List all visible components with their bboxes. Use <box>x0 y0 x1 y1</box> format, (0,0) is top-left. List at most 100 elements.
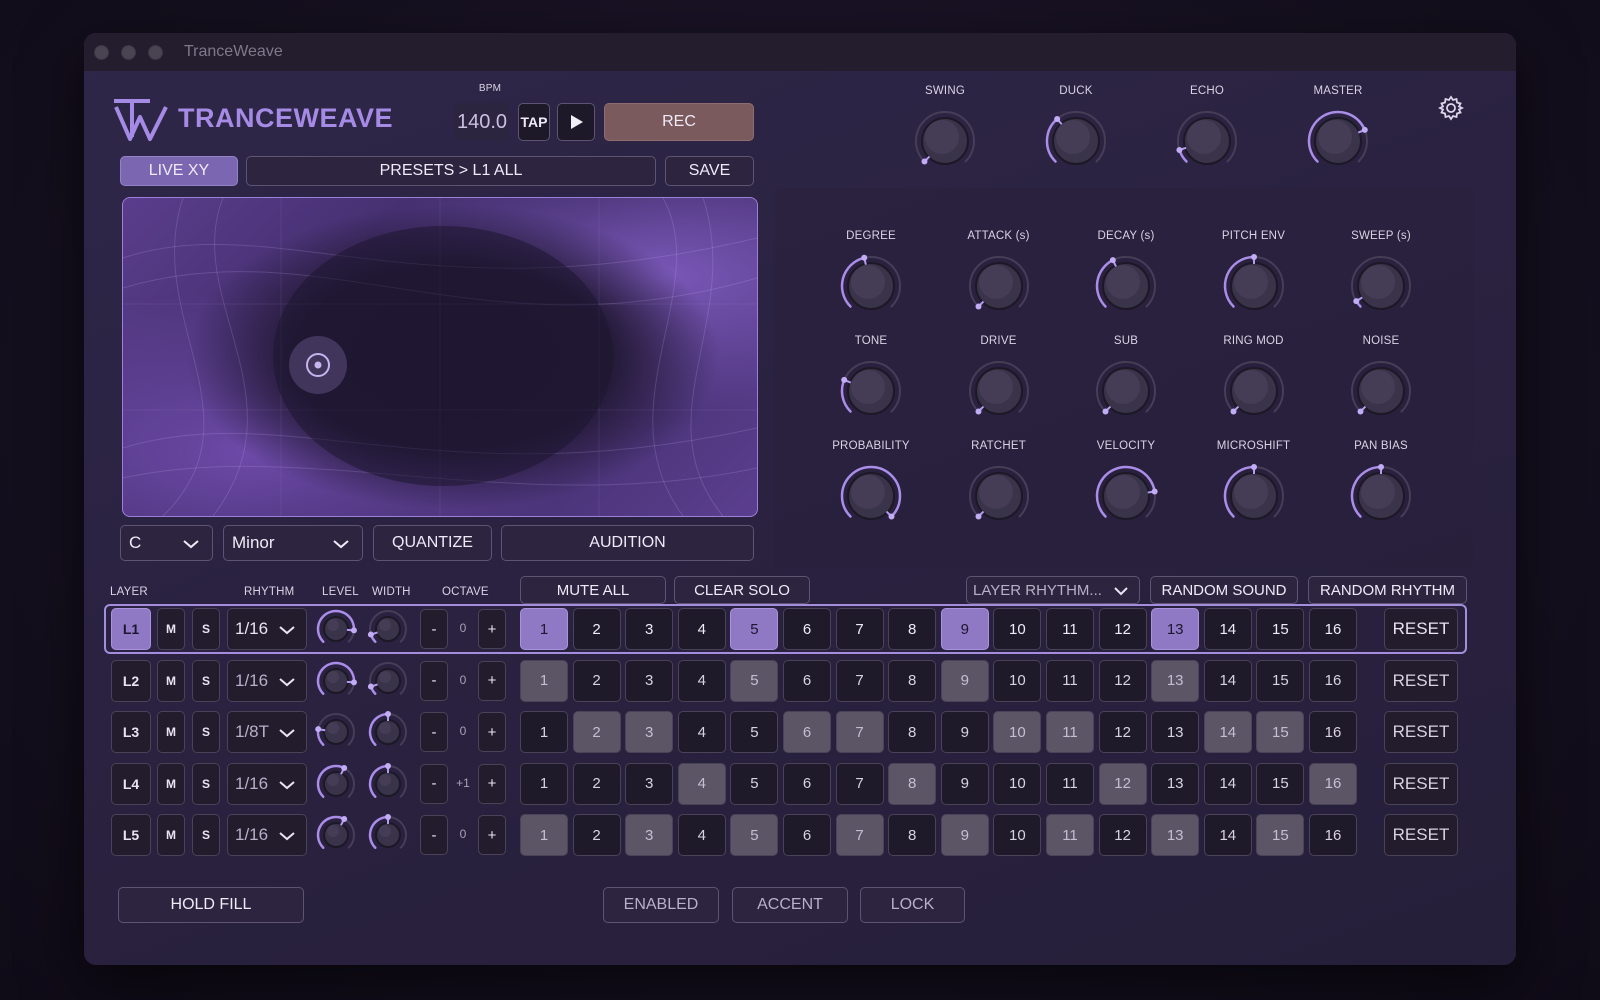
pitch-env-knob[interactable] <box>1222 254 1286 318</box>
step-button-l4-1[interactable]: 1 <box>520 762 568 805</box>
step-button-l4-4[interactable]: 4 <box>677 762 726 805</box>
step-button-l4-8[interactable]: 8 <box>888 762 937 805</box>
step-button-l2-7[interactable]: 7 <box>835 659 884 702</box>
level-knob-l4[interactable] <box>315 763 357 805</box>
pan-bias-knob[interactable] <box>1349 464 1413 528</box>
solo-button-l3[interactable]: S <box>192 711 220 753</box>
clear-solo-button[interactable]: CLEAR SOLO <box>674 576 810 604</box>
step-button-l5-13[interactable]: 13 <box>1151 814 1200 856</box>
step-button-l4-11[interactable]: 11 <box>1046 762 1094 805</box>
step-button-l4-12[interactable]: 12 <box>1098 762 1147 805</box>
bpm-field[interactable]: 140.0 <box>454 103 510 141</box>
rec-button[interactable]: REC <box>604 103 754 141</box>
enabled-button[interactable]: ENABLED <box>603 887 719 923</box>
xy-pad[interactable] <box>122 197 758 517</box>
level-knob-l5[interactable] <box>315 814 357 856</box>
step-button-l2-9[interactable]: 9 <box>940 659 989 702</box>
rhythm-select-l5[interactable]: 1/16 <box>227 814 307 856</box>
rhythm-select-l3[interactable]: 1/8T <box>227 711 307 753</box>
step-button-l2-10[interactable]: 10 <box>993 659 1042 702</box>
step-button-l5-1[interactable]: 1 <box>520 814 568 856</box>
reset-button-l1[interactable]: RESET <box>1384 608 1458 650</box>
rhythm-select-l2[interactable]: 1/16 <box>227 659 307 702</box>
swing-knob[interactable] <box>913 109 977 173</box>
mute-button-l4[interactable]: M <box>157 762 185 805</box>
step-button-l1-14[interactable]: 14 <box>1203 608 1252 650</box>
step-button-l5-12[interactable]: 12 <box>1098 814 1147 856</box>
step-button-l5-16[interactable]: 16 <box>1309 814 1357 856</box>
noise-knob[interactable] <box>1349 359 1413 423</box>
step-button-l4-2[interactable]: 2 <box>572 762 621 805</box>
step-button-l1-16[interactable]: 16 <box>1309 608 1357 650</box>
mute-button-l1[interactable]: M <box>157 608 185 650</box>
layer-rhythm-select[interactable]: LAYER RHYTHM... <box>966 576 1140 604</box>
hold-fill-button[interactable]: HOLD FILL <box>118 887 304 923</box>
step-button-l2-8[interactable]: 8 <box>888 659 937 702</box>
octave-up-button-l3[interactable]: + <box>478 712 506 752</box>
step-button-l5-14[interactable]: 14 <box>1203 814 1252 856</box>
step-button-l2-16[interactable]: 16 <box>1309 659 1357 702</box>
step-button-l3-13[interactable]: 13 <box>1151 711 1200 753</box>
octave-down-button-l5[interactable]: - <box>420 815 448 855</box>
octave-down-button-l2[interactable]: - <box>420 660 448 701</box>
step-button-l3-6[interactable]: 6 <box>783 711 831 753</box>
layer-select-l2[interactable]: L2 <box>111 659 151 702</box>
scale-mode-select[interactable]: Minor <box>223 525 363 561</box>
step-button-l2-13[interactable]: 13 <box>1151 659 1200 702</box>
mute-button-l5[interactable]: M <box>157 814 185 856</box>
step-button-l3-12[interactable]: 12 <box>1098 711 1147 753</box>
step-button-l2-1[interactable]: 1 <box>520 659 568 702</box>
step-button-l4-9[interactable]: 9 <box>940 762 989 805</box>
octave-down-button-l1[interactable]: - <box>420 609 448 649</box>
step-button-l3-10[interactable]: 10 <box>993 711 1042 753</box>
random-rhythm-button[interactable]: RANDOM RHYTHM <box>1308 576 1467 604</box>
width-knob-l5[interactable] <box>367 814 409 856</box>
step-button-l5-6[interactable]: 6 <box>783 814 831 856</box>
step-button-l4-6[interactable]: 6 <box>783 762 831 805</box>
step-button-l1-2[interactable]: 2 <box>572 608 621 650</box>
octave-up-button-l4[interactable]: + <box>478 763 506 804</box>
step-button-l5-8[interactable]: 8 <box>888 814 937 856</box>
duck-knob[interactable] <box>1044 109 1108 173</box>
step-button-l4-16[interactable]: 16 <box>1309 762 1357 805</box>
step-button-l1-10[interactable]: 10 <box>993 608 1042 650</box>
step-button-l4-3[interactable]: 3 <box>625 762 674 805</box>
step-button-l2-15[interactable]: 15 <box>1256 659 1305 702</box>
layer-select-l5[interactable]: L5 <box>111 814 151 856</box>
level-knob-l2[interactable] <box>315 660 357 702</box>
step-button-l1-6[interactable]: 6 <box>783 608 831 650</box>
save-button[interactable]: SAVE <box>665 156 754 186</box>
probability-knob[interactable] <box>839 464 903 528</box>
step-button-l5-7[interactable]: 7 <box>835 814 884 856</box>
audition-button[interactable]: AUDITION <box>501 525 754 561</box>
octave-down-button-l3[interactable]: - <box>420 712 448 752</box>
step-button-l2-11[interactable]: 11 <box>1046 659 1094 702</box>
zoom-window-button[interactable] <box>148 45 163 60</box>
width-knob-l4[interactable] <box>367 762 409 805</box>
step-button-l2-12[interactable]: 12 <box>1098 659 1147 702</box>
step-button-l1-3[interactable]: 3 <box>625 608 674 650</box>
random-sound-button[interactable]: RANDOM SOUND <box>1150 576 1298 604</box>
step-button-l2-6[interactable]: 6 <box>783 659 831 702</box>
reset-button-l2[interactable]: RESET <box>1384 659 1458 702</box>
step-button-l5-2[interactable]: 2 <box>572 814 621 856</box>
step-button-l5-11[interactable]: 11 <box>1046 814 1094 856</box>
rhythm-select-l4[interactable]: 1/16 <box>227 762 307 805</box>
lock-button[interactable]: LOCK <box>860 887 965 923</box>
xy-cursor[interactable] <box>289 336 347 394</box>
step-button-l4-15[interactable]: 15 <box>1256 762 1305 805</box>
step-button-l5-4[interactable]: 4 <box>677 814 726 856</box>
step-button-l3-16[interactable]: 16 <box>1309 711 1357 753</box>
step-button-l3-3[interactable]: 3 <box>625 711 674 753</box>
step-button-l5-3[interactable]: 3 <box>625 814 674 856</box>
step-button-l2-5[interactable]: 5 <box>730 659 779 702</box>
tone-knob[interactable] <box>839 359 903 423</box>
mute-all-button[interactable]: MUTE ALL <box>520 576 666 604</box>
step-button-l2-14[interactable]: 14 <box>1203 659 1252 702</box>
step-button-l3-11[interactable]: 11 <box>1046 711 1094 753</box>
step-button-l1-13[interactable]: 13 <box>1151 608 1200 650</box>
attack-s-knob[interactable] <box>967 254 1031 318</box>
decay-s-knob[interactable] <box>1094 254 1158 318</box>
step-button-l4-7[interactable]: 7 <box>835 762 884 805</box>
ring-mod-knob[interactable] <box>1222 359 1286 423</box>
